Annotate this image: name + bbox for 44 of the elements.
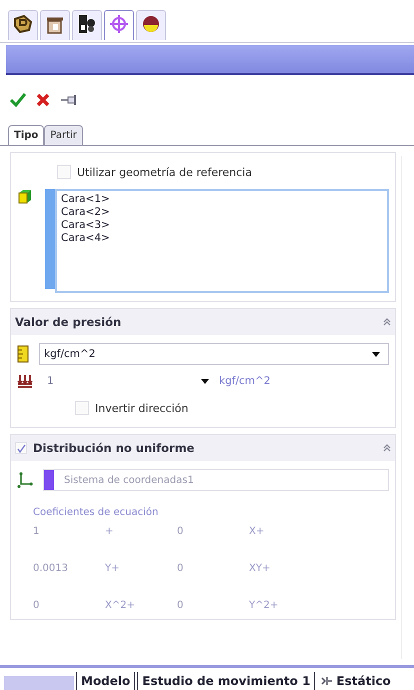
tab[interactable]: Partir (44, 125, 83, 145)
toolbar-tab[interactable] (72, 10, 102, 40)
list-item[interactable]: Cara<2> (61, 206, 383, 219)
section-title: Valor de presión (15, 315, 122, 329)
term-label: + (105, 526, 114, 537)
pin-icon[interactable] (60, 94, 78, 106)
section-title: Distribución no uniforme (33, 441, 196, 455)
list-item[interactable]: Cara<4> (61, 232, 383, 245)
list-item[interactable]: Cara<3> (61, 219, 383, 232)
term-label: Y^2+ (249, 600, 280, 611)
toolbar-tab[interactable] (40, 10, 70, 40)
block-icon (76, 13, 98, 35)
tab[interactable]: Modelo (76, 672, 136, 690)
tab[interactable]: Estudio de movimiento 1 (137, 672, 316, 690)
dropdown-arrow-icon[interactable] (201, 378, 209, 384)
term-label: X+ (249, 526, 266, 537)
tab[interactable]: Tipo (8, 125, 44, 145)
pressure-icon (17, 374, 33, 388)
axes-icon (17, 472, 33, 488)
list-item[interactable]: Cara<1> (61, 193, 383, 206)
selection-list[interactable]: Cara<1> Cara<2> Cara<3> Cara<4> (55, 189, 389, 293)
toolbar-tab[interactable] (8, 10, 38, 40)
term-label: XY+ (249, 563, 272, 574)
unit-label: kgf/cm^2 (219, 375, 270, 387)
crosshair-icon (108, 13, 130, 35)
ok-icon[interactable] (10, 93, 26, 107)
checkbox[interactable] (75, 401, 89, 415)
selection-marker (44, 470, 54, 490)
cube-icon (17, 189, 33, 205)
toolbar-tab[interactable] (136, 10, 166, 40)
sphere-icon (140, 13, 162, 35)
equation-label: Coeficientes de ecuación (33, 507, 160, 518)
checkbox[interactable] (15, 442, 27, 454)
close-icon[interactable] (36, 93, 50, 107)
term-label: X^2+ (105, 600, 136, 611)
unit-dropdown[interactable]: kgf/cm^2 (39, 343, 389, 365)
ruler-icon (17, 345, 29, 363)
study-icon (321, 676, 334, 686)
field-value: Sistema de coordenadas1 (64, 474, 194, 486)
checkbox-label: Invertir dirección (95, 402, 188, 414)
checkbox-label: Utilizar geometría de referencia (77, 166, 252, 178)
checkbox[interactable] (57, 165, 71, 179)
term-label: Y+ (105, 563, 120, 574)
value-field[interactable]: 1 (43, 373, 191, 389)
